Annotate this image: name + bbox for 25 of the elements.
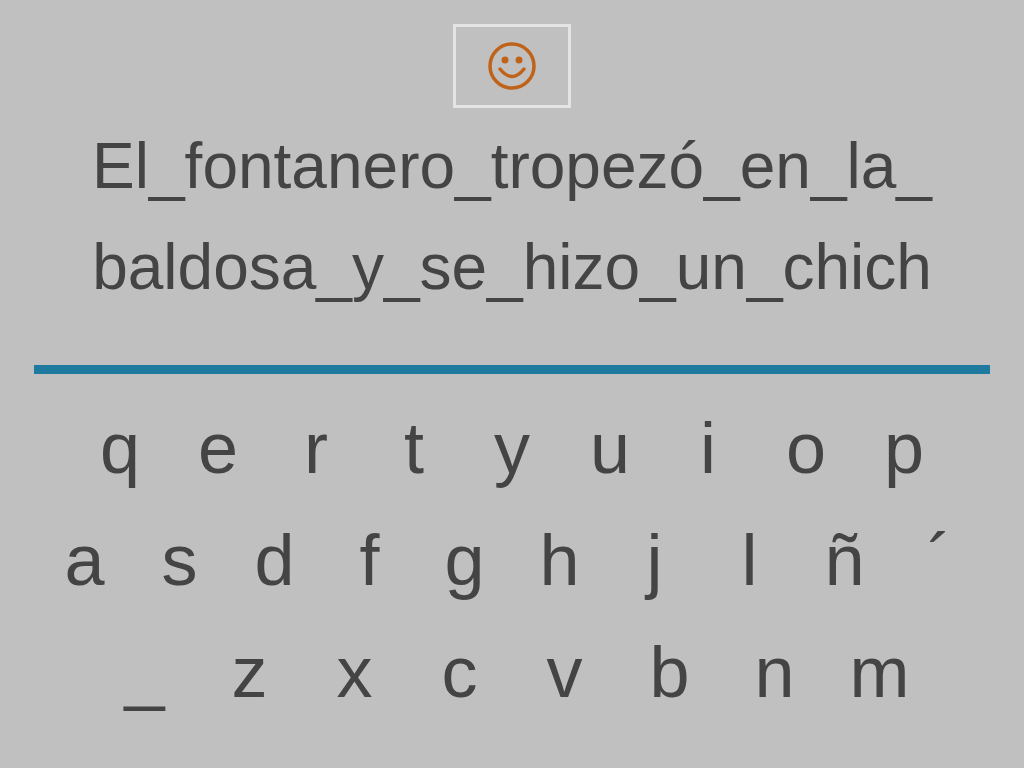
letter-key[interactable]: s bbox=[132, 524, 227, 596]
letter-key[interactable]: h bbox=[512, 524, 607, 596]
letter-key[interactable]: d bbox=[227, 524, 322, 596]
letter-key[interactable]: a bbox=[37, 524, 132, 596]
letter-key[interactable]: ´ bbox=[892, 524, 987, 596]
letter-key[interactable]: o bbox=[757, 412, 855, 484]
letter-key[interactable]: x bbox=[302, 636, 407, 708]
letter-key[interactable]: i bbox=[659, 412, 757, 484]
letter-key[interactable]: l bbox=[702, 524, 797, 596]
letter-key[interactable]: ñ bbox=[797, 524, 892, 596]
letter-key[interactable]: e bbox=[169, 412, 267, 484]
letter-key[interactable]: c bbox=[407, 636, 512, 708]
letter-key[interactable]: f bbox=[322, 524, 417, 596]
phrase-line: baldosa_y_se_hizo_un_chich bbox=[92, 230, 932, 305]
letter-key[interactable]: v bbox=[512, 636, 617, 708]
letter-key[interactable]: z bbox=[197, 636, 302, 708]
phrase-line: El_fontanero_tropezó_en_la_ bbox=[92, 129, 932, 204]
letter-key[interactable]: b bbox=[617, 636, 722, 708]
letter-key[interactable]: t bbox=[365, 412, 463, 484]
letter-key[interactable]: n bbox=[722, 636, 827, 708]
letter-key[interactable]: u bbox=[561, 412, 659, 484]
letter-key[interactable]: m bbox=[827, 636, 932, 708]
hint-button[interactable] bbox=[453, 24, 571, 108]
letter-key[interactable]: r bbox=[267, 412, 365, 484]
smiley-icon bbox=[486, 40, 538, 92]
